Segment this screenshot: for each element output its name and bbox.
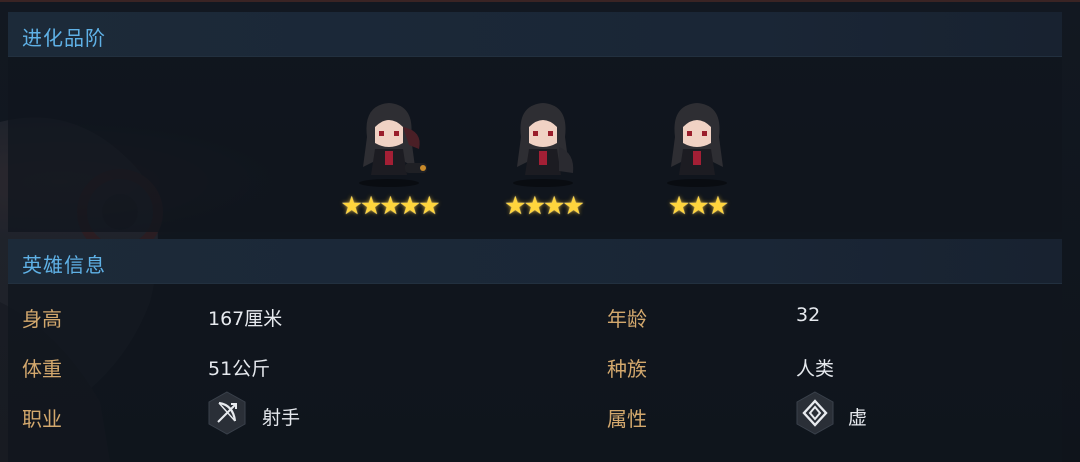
attribute-value: 虚 — [848, 407, 868, 429]
weight-value: 51公斤 — [208, 358, 271, 380]
height-label: 身高 — [22, 307, 62, 331]
hero-sprite-icon — [667, 103, 727, 187]
race-value: 人类 — [796, 358, 835, 380]
attribute-label: 属性 — [607, 407, 647, 431]
evolution-stage-3-star[interactable]: ★★★ — [642, 97, 752, 227]
star-rating-4: ★★★★ — [504, 191, 585, 220]
age-value: 32 — [796, 304, 821, 326]
evolution-section-title: 进化品阶 — [22, 26, 106, 50]
hero-info-section-header: 英雄信息 — [8, 239, 1062, 284]
bow-icon — [208, 391, 246, 435]
hero-sprite-icon — [513, 103, 574, 187]
weight-label: 体重 — [22, 357, 62, 381]
hero-info-panel — [8, 284, 1062, 462]
void-attribute-icon — [796, 391, 834, 435]
hero-sprite-icon — [359, 103, 427, 187]
class-label: 职业 — [22, 407, 62, 431]
race-label: 种族 — [607, 357, 647, 381]
star-rating-3: ★★★ — [667, 191, 729, 220]
star-rating-5: ★★★★★ — [340, 191, 440, 220]
class-value: 射手 — [262, 407, 301, 429]
evolution-stage-4-star[interactable]: ★★★★ — [488, 97, 598, 227]
age-label: 年龄 — [607, 307, 647, 331]
hero-detail-panel: 进化品阶 ★★★★★ ★★★★ ★★★ 英雄信息 身高 167厘米 年龄 32 … — [0, 0, 1080, 462]
evolution-section-header: 进化品阶 — [8, 12, 1062, 57]
evolution-stage-5-star[interactable]: ★★★★★ — [334, 97, 444, 227]
hero-info-section-title: 英雄信息 — [22, 253, 106, 277]
height-value: 167厘米 — [208, 308, 283, 330]
